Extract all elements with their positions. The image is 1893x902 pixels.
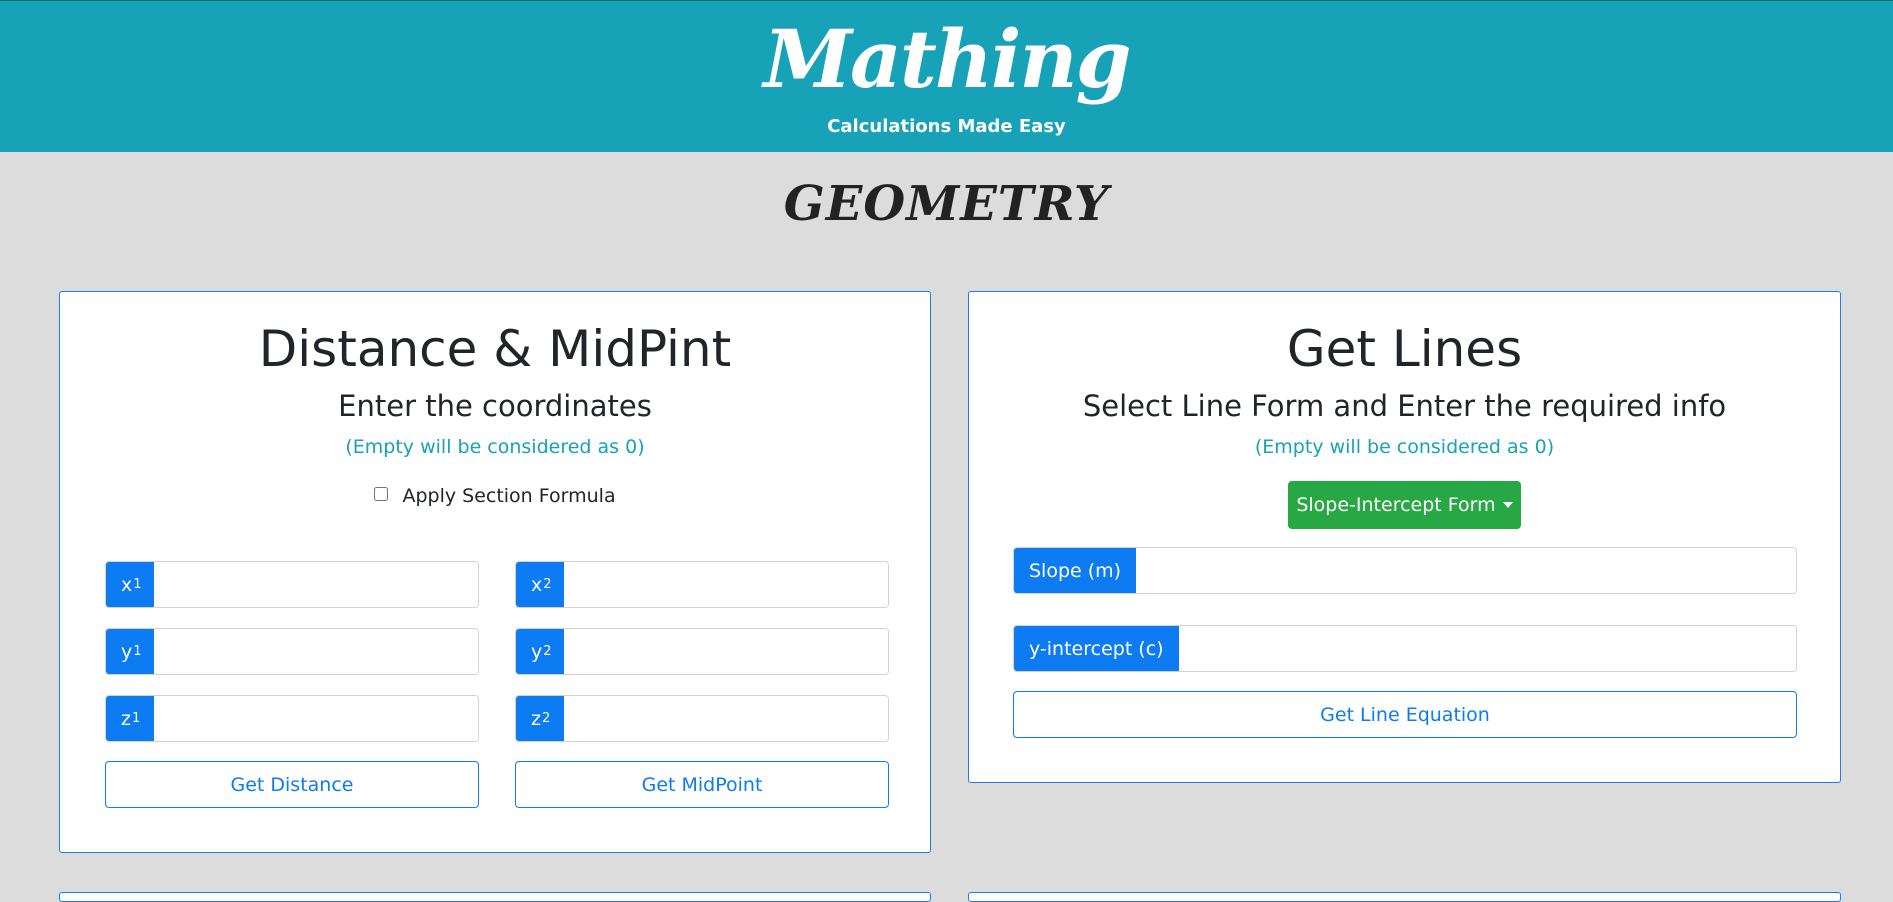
x1-input-group: x1 xyxy=(105,561,479,608)
get-line-equation-button[interactable]: Get Line Equation xyxy=(1013,691,1797,738)
next-card-right xyxy=(968,892,1841,902)
intercept-input[interactable] xyxy=(1178,626,1796,671)
section-formula-row: Apply Section Formula xyxy=(60,485,930,507)
line-form-label: Slope-Intercept Form xyxy=(1296,494,1496,516)
card-subtitle: Enter the coordinates xyxy=(338,389,652,423)
x2-prefix: x2 xyxy=(516,562,564,607)
slope-prefix: Slope (m) xyxy=(1014,548,1137,593)
z2-prefix: z2 xyxy=(516,696,564,741)
z1-input[interactable] xyxy=(154,696,478,741)
card-subtitle: Select Line Form and Enter the required … xyxy=(1082,389,1727,423)
intercept-input-group: y-intercept (c) xyxy=(1013,625,1797,672)
site-header: Mathing Calculations Made Easy xyxy=(0,0,1893,152)
x2-input[interactable] xyxy=(564,562,888,607)
get-midpoint-button[interactable]: Get MidPoint xyxy=(515,761,889,808)
section-formula-label[interactable]: Apply Section Formula xyxy=(402,485,615,507)
page-title: GEOMETRY xyxy=(783,176,1110,232)
x1-input[interactable] xyxy=(154,562,478,607)
y2-prefix: y2 xyxy=(516,629,564,674)
section-formula-checkbox[interactable] xyxy=(374,487,389,501)
y1-input[interactable] xyxy=(154,629,478,674)
x1-prefix: x1 xyxy=(106,562,154,607)
z2-input[interactable] xyxy=(564,696,888,741)
line-form-dropdown[interactable]: Slope-Intercept Form xyxy=(1288,481,1521,529)
brand-tagline: Calculations Made Easy xyxy=(827,116,1066,137)
next-card-left xyxy=(59,892,931,902)
empty-note: (Empty will be considered as 0) xyxy=(1254,436,1555,458)
brand-logo[interactable]: Mathing xyxy=(0,19,1893,99)
intercept-prefix: y-intercept (c) xyxy=(1014,626,1179,671)
slope-input-group: Slope (m) xyxy=(1013,547,1797,594)
distance-midpoint-card: Distance & MidPint Enter the coordinates… xyxy=(59,291,931,853)
empty-note: (Empty will be considered as 0) xyxy=(345,436,645,458)
get-lines-card: Get Lines Select Line Form and Enter the… xyxy=(968,291,1841,783)
y2-input-group: y2 xyxy=(515,628,889,675)
z1-input-group: z1 xyxy=(105,695,479,742)
y2-input[interactable] xyxy=(564,629,888,674)
caret-down-icon xyxy=(1502,502,1513,508)
card-title: Distance & MidPint xyxy=(258,320,732,378)
slope-input[interactable] xyxy=(1136,548,1796,593)
y1-prefix: y1 xyxy=(106,629,154,674)
z1-prefix: z1 xyxy=(106,696,154,741)
get-distance-button[interactable]: Get Distance xyxy=(105,761,479,808)
card-title: Get Lines xyxy=(1286,320,1523,378)
x2-input-group: x2 xyxy=(515,561,889,608)
y1-input-group: y1 xyxy=(105,628,479,675)
z2-input-group: z2 xyxy=(515,695,889,742)
